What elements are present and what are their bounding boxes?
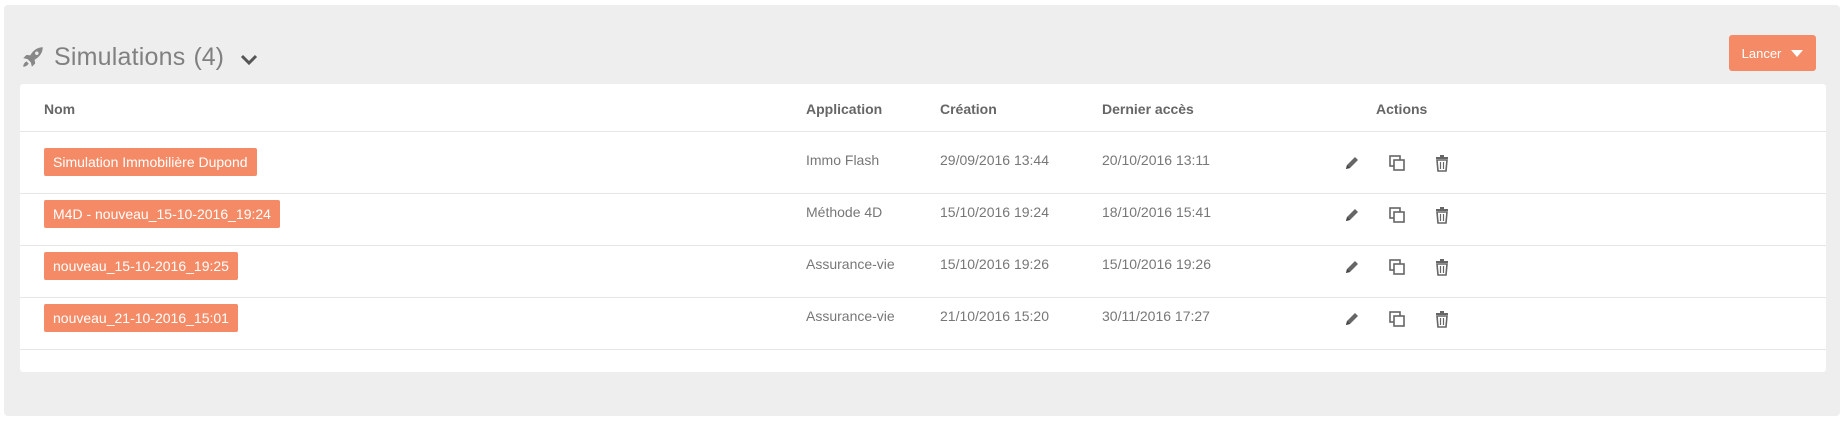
- last-access-cell: 20/10/2016 13:11: [1102, 152, 1210, 168]
- launch-button-label: Lancer: [1741, 45, 1782, 61]
- last-access-cell: 18/10/2016 15:41: [1102, 204, 1211, 220]
- simulation-name-link[interactable]: nouveau_21-10-2016_15:01: [44, 304, 238, 332]
- page-title: Simulations: [54, 42, 186, 71]
- last-access-cell: 30/11/2016 17:27: [1102, 308, 1210, 324]
- table-row: nouveau_21-10-2016_15:01 Assurance-vie 2…: [20, 288, 1826, 350]
- column-header-name: Nom: [44, 101, 76, 117]
- rocket-icon: [23, 47, 43, 67]
- launch-button[interactable]: Lancer: [1729, 35, 1816, 71]
- application-cell: Méthode 4D: [806, 204, 883, 220]
- creation-cell: 21/10/2016 15:20: [940, 308, 1049, 324]
- simulation-name-link[interactable]: nouveau_15-10-2016_19:25: [44, 252, 238, 280]
- pencil-icon[interactable]: [1343, 310, 1361, 328]
- creation-cell: 15/10/2016 19:24: [940, 204, 1049, 220]
- table-header: Nom Application Création Dernier accès A…: [20, 84, 1826, 132]
- trash-icon[interactable]: [1433, 310, 1451, 328]
- last-access-cell: 15/10/2016 19:26: [1102, 256, 1211, 272]
- creation-cell: 29/09/2016 13:44: [940, 152, 1049, 168]
- caret-down-icon: [1791, 49, 1804, 57]
- column-header-creation: Création: [940, 101, 997, 117]
- application-cell: Assurance-vie: [806, 308, 895, 324]
- copy-icon[interactable]: [1388, 154, 1406, 172]
- application-cell: Immo Flash: [806, 152, 880, 168]
- pencil-icon[interactable]: [1343, 154, 1361, 172]
- copy-icon[interactable]: [1388, 258, 1406, 276]
- trash-icon[interactable]: [1433, 206, 1451, 224]
- simulation-name-link[interactable]: Simulation Immobilière Dupond: [44, 148, 257, 176]
- column-header-application: Application: [806, 101, 883, 117]
- column-header-last-access: Dernier accès: [1102, 101, 1194, 117]
- copy-icon[interactable]: [1388, 206, 1406, 224]
- simulation-count: (4): [193, 42, 224, 71]
- copy-icon[interactable]: [1388, 310, 1406, 328]
- trash-icon[interactable]: [1433, 154, 1451, 172]
- simulation-name-link[interactable]: M4D - nouveau_15-10-2016_19:24: [44, 200, 280, 228]
- pencil-icon[interactable]: [1343, 206, 1361, 224]
- column-header-actions: Actions: [1376, 101, 1428, 117]
- simulations-table: Nom Application Création Dernier accès A…: [20, 84, 1826, 372]
- creation-cell: 15/10/2016 19:26: [940, 256, 1049, 272]
- panel-header: Simulations (4): [20, 37, 258, 77]
- trash-icon[interactable]: [1433, 258, 1451, 276]
- simulations-panel: Simulations (4) Lancer Nom Application C…: [4, 5, 1840, 416]
- chevron-down-icon[interactable]: [240, 53, 258, 67]
- pencil-icon[interactable]: [1343, 258, 1361, 276]
- application-cell: Assurance-vie: [806, 256, 895, 272]
